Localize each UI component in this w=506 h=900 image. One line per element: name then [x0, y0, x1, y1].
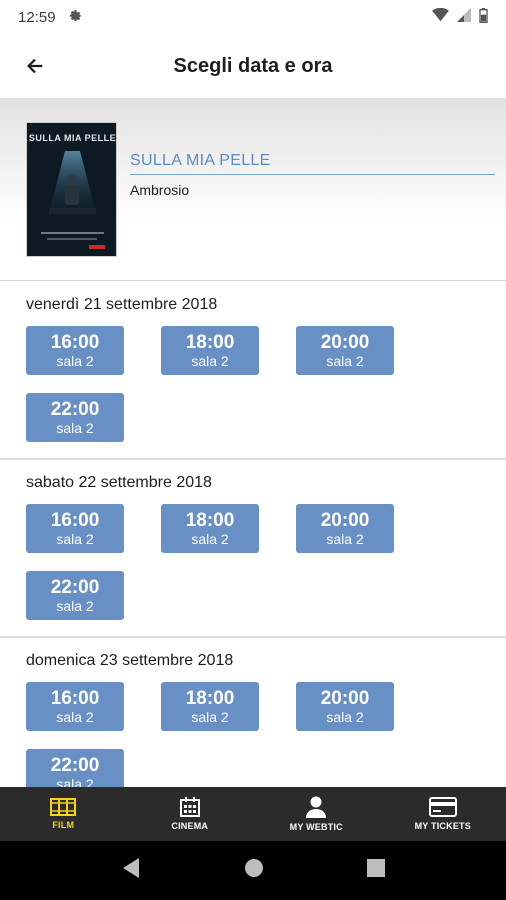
- film-card: SULLA MIA PELLE SULLA MIA PELLE Ambrosio: [0, 98, 506, 281]
- user-icon: [306, 796, 327, 818]
- showtime-time: 16:00: [50, 688, 100, 709]
- status-icons: [432, 7, 488, 27]
- showtime-time: 20:00: [320, 510, 370, 531]
- showtime-button[interactable]: 22:00 sala 2: [26, 393, 124, 442]
- showtime-button[interactable]: 16:00 sala 2: [26, 504, 124, 553]
- showtime-room: sala 2: [56, 709, 94, 725]
- showtime-button[interactable]: 16:00 sala 2: [26, 682, 124, 731]
- showtime-room: sala 2: [326, 531, 364, 547]
- card-icon: [428, 797, 457, 817]
- nav-label: MY TICKETS: [414, 821, 471, 831]
- showtime-time: 20:00: [320, 332, 370, 353]
- day-section: domenica 23 settembre 2018 16:00 sala 2 1…: [0, 638, 506, 787]
- showtime-time: 18:00: [185, 510, 235, 531]
- nav-label: FILM: [52, 820, 75, 830]
- showtime-room: sala 2: [56, 776, 94, 787]
- circle-home-icon: [244, 859, 263, 877]
- status-bar: 12:59: [0, 0, 506, 34]
- screen: 12:59 Scegli data e ora SULLA MIA PELLE …: [0, 0, 506, 900]
- settings-icon: [68, 8, 83, 27]
- showtime-time: 22:00: [50, 755, 100, 776]
- triangle-back-icon: [123, 858, 140, 878]
- showtime-button[interactable]: 20:00 sala 2: [296, 504, 394, 553]
- day-section: sabato 22 settembre 2018 16:00 sala 2 18:…: [0, 460, 506, 638]
- showtime-time: 18:00: [185, 332, 235, 353]
- square-recents-icon: [366, 859, 385, 877]
- showtime-room: sala 2: [191, 353, 229, 369]
- showtime-button[interactable]: 20:00 sala 2: [296, 326, 394, 375]
- film-icon: [50, 798, 77, 816]
- day-section: venerdì 21 settembre 2018 16:00 sala 2 18…: [0, 282, 506, 460]
- showtime-button[interactable]: 18:00 sala 2: [161, 326, 259, 375]
- showtime-grid: 16:00 sala 2 18:00 sala 2 20:00 sala 2 22:0…: [26, 682, 446, 787]
- showtime-room: sala 2: [191, 531, 229, 547]
- showtime-time: 22:00: [50, 399, 100, 420]
- showtime-button[interactable]: 22:00 sala 2: [26, 749, 124, 787]
- showtime-grid: 16:00 sala 2 18:00 sala 2 20:00 sala 2 22:0…: [26, 504, 446, 620]
- wifi-icon: [432, 7, 449, 26]
- day-label: sabato 22 settembre 2018: [26, 474, 212, 491]
- status-time: 12:59: [18, 8, 56, 26]
- showtime-button[interactable]: 18:00 sala 2: [161, 682, 259, 731]
- app-bar: Scegli data e ora: [0, 34, 506, 98]
- showtime-room: sala 2: [191, 709, 229, 725]
- nav-label: CINEMA: [171, 821, 209, 831]
- film-title[interactable]: SULLA MIA PELLE: [130, 152, 495, 175]
- battery-icon: [479, 7, 488, 27]
- showtime-time: 16:00: [50, 332, 100, 353]
- arrow-back-icon: [27, 58, 43, 74]
- film-poster[interactable]: SULLA MIA PELLE: [26, 122, 117, 257]
- showtime-button[interactable]: 22:00 sala 2: [26, 571, 124, 620]
- nav-item-film[interactable]: FILM: [0, 787, 127, 841]
- showtime-button[interactable]: 16:00 sala 2: [26, 326, 124, 375]
- showtime-grid: 16:00 sala 2 18:00 sala 2 20:00 sala 2 22:0…: [26, 326, 446, 442]
- system-home-button[interactable]: [244, 858, 264, 883]
- showtime-time: 18:00: [185, 688, 235, 709]
- nav-item-my-tickets[interactable]: MY TICKETS: [380, 787, 506, 841]
- showtime-room: sala 2: [56, 531, 94, 547]
- system-back-button[interactable]: [121, 857, 141, 884]
- bottom-nav: FILM CINEMA MY WEBTIC MY TICKETS: [0, 787, 506, 841]
- showtime-button[interactable]: 20:00 sala 2: [296, 682, 394, 731]
- nav-label: MY WEBTIC: [289, 822, 343, 832]
- showtime-room: sala 2: [56, 420, 94, 436]
- showtime-room: sala 2: [56, 353, 94, 369]
- showtime-room: sala 2: [56, 598, 94, 614]
- showtime-room: sala 2: [326, 353, 364, 369]
- showtime-button[interactable]: 18:00 sala 2: [161, 504, 259, 553]
- nav-item-cinema[interactable]: CINEMA: [127, 787, 254, 841]
- schedule-list[interactable]: venerdì 21 settembre 2018 16:00 sala 2 18…: [0, 282, 506, 787]
- system-recents-button[interactable]: [366, 859, 385, 882]
- page-title: Scegli data e ora: [173, 54, 333, 77]
- poster-title: SULLA MIA PELLE: [28, 133, 117, 143]
- day-label: domenica 23 settembre 2018: [26, 652, 234, 669]
- system-nav-bar: [0, 841, 506, 900]
- cinema-name: Ambrosio: [130, 182, 190, 198]
- showtime-room: sala 2: [326, 709, 364, 725]
- calendar-icon: [179, 797, 200, 817]
- showtime-time: 16:00: [50, 510, 100, 531]
- signal-icon: [457, 8, 471, 26]
- nav-item-my-webtic[interactable]: MY WEBTIC: [253, 787, 380, 841]
- showtime-time: 22:00: [50, 577, 100, 598]
- day-label: venerdì 21 settembre 2018: [26, 296, 218, 313]
- showtime-time: 20:00: [320, 688, 370, 709]
- back-button[interactable]: [0, 34, 70, 98]
